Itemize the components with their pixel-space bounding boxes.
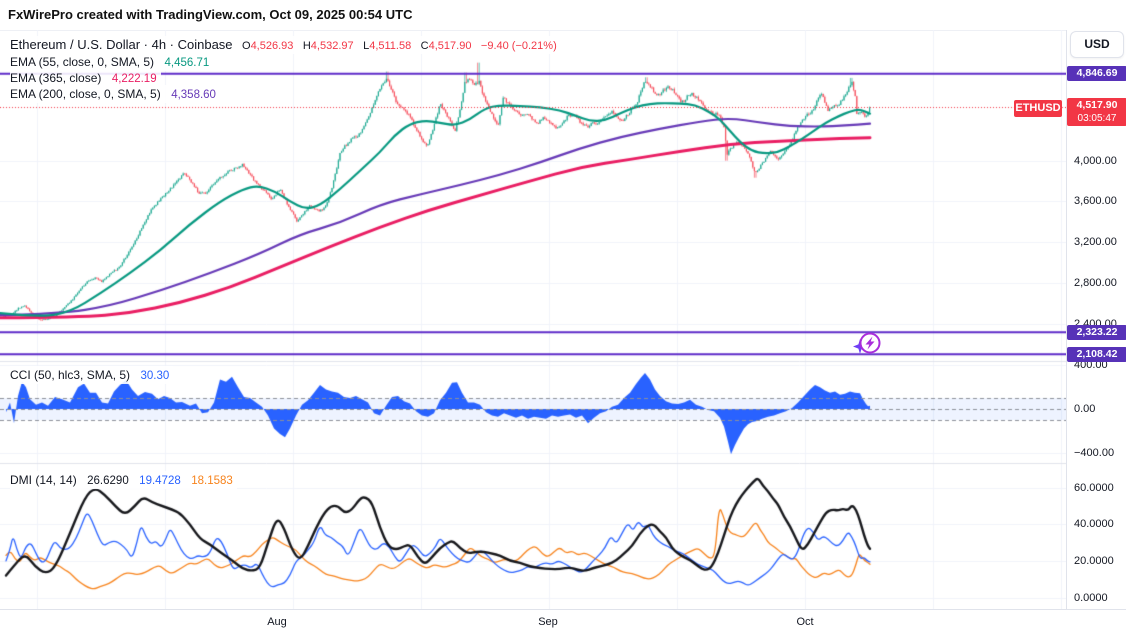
symbol-legend[interactable]: Ethereum / U.S. Dollar · 4h · Coinbase O… <box>10 36 561 54</box>
time-tick-label: Aug <box>267 616 287 628</box>
ohlc-close-value: 4,517.90 <box>428 40 472 52</box>
time-tick-label: Sep <box>538 616 558 628</box>
ohlc-high-value: 4,532.97 <box>310 40 354 52</box>
last-price-tag: 4,517.90 03:05:47 <box>1067 98 1126 127</box>
watermark-bar: FxWirePro created with TradingView.com, … <box>0 0 1126 30</box>
ema55-label: EMA (55, close, 0, SMA, 5) <box>10 55 155 69</box>
ray-price-tag: 4,846.69 <box>1067 66 1126 82</box>
price-tick-label: 2,800.00 <box>1074 277 1117 290</box>
cci-label: CCI (50, hlc3, SMA, 5) <box>10 368 131 382</box>
ray-price-tag: 2,108.42 <box>1067 346 1126 362</box>
time-axis[interactable]: Aug Sep Oct <box>0 610 1126 642</box>
price-axis[interactable]: 4,000.003,600.003,200.002,800.002,400.00… <box>1066 30 1126 610</box>
price-tick-label: 4,000.00 <box>1074 154 1117 167</box>
dmi-minus-di-value: 18.1583 <box>191 475 233 487</box>
dmi-tick-label: 60.0000 <box>1074 481 1114 494</box>
ohlc-low-value: 4,511.58 <box>369 40 412 52</box>
price-chart-canvas[interactable] <box>0 30 1066 610</box>
ema200-legend[interactable]: EMA (200, close, 0, SMA, 5) 4,358.60 <box>10 85 220 103</box>
change-value: −9.40 (−0.21%) <box>480 40 557 52</box>
currency-toggle-button[interactable]: USD <box>1070 31 1124 58</box>
cci-tick-label: −400.00 <box>1074 446 1115 459</box>
ema200-label: EMA (200, close, 0, SMA, 5) <box>10 87 161 101</box>
bar-countdown: 03:05:47 <box>1077 113 1117 125</box>
cci-tick-label: 0.00 <box>1074 403 1096 415</box>
time-tick-label: Oct <box>796 616 814 628</box>
cci-legend[interactable]: CCI (50, hlc3, SMA, 5) 30.30 <box>10 366 174 384</box>
dmi-plus-di-value: 19.4728 <box>139 475 181 487</box>
dmi-adx-value: 26.6290 <box>87 475 129 487</box>
symbol-price-tag: ETHUSD <box>1014 100 1062 117</box>
price-tick-label: 3,600.00 <box>1074 195 1117 208</box>
ohlc-open-key: O <box>242 40 251 52</box>
dmi-tick-label: 40.0000 <box>1074 518 1114 531</box>
ohlc-open-value: 4,526.93 <box>250 40 294 52</box>
lightning-ray-icon[interactable] <box>845 328 885 360</box>
watermark-text: FxWirePro created with TradingView.com, … <box>8 7 413 22</box>
ema55-value: 4,456.71 <box>164 57 210 69</box>
ray-price-tag: 2,323.22 <box>1067 324 1126 340</box>
price-tick-label: 3,200.00 <box>1074 236 1117 249</box>
divider <box>0 609 1126 610</box>
ema200-value: 4,358.60 <box>171 89 216 101</box>
ohlc-close-key: C <box>420 40 429 52</box>
cci-value: 30.30 <box>140 370 170 382</box>
dmi-tick-label: 0.0000 <box>1074 591 1108 604</box>
dmi-label: DMI (14, 14) <box>10 473 77 487</box>
dmi-tick-label: 20.0000 <box>1074 554 1114 567</box>
ohlc-high-key: H <box>302 40 311 52</box>
symbol-title: Ethereum / U.S. Dollar · 4h · Coinbase <box>10 37 233 52</box>
ema365-value: 4,222.19 <box>111 73 157 85</box>
ema365-label: EMA (365, close) <box>10 71 102 85</box>
dmi-legend[interactable]: DMI (14, 14) 26.6290 19.4728 18.1583 <box>10 471 237 489</box>
last-price: 4,517.90 <box>1076 99 1118 112</box>
